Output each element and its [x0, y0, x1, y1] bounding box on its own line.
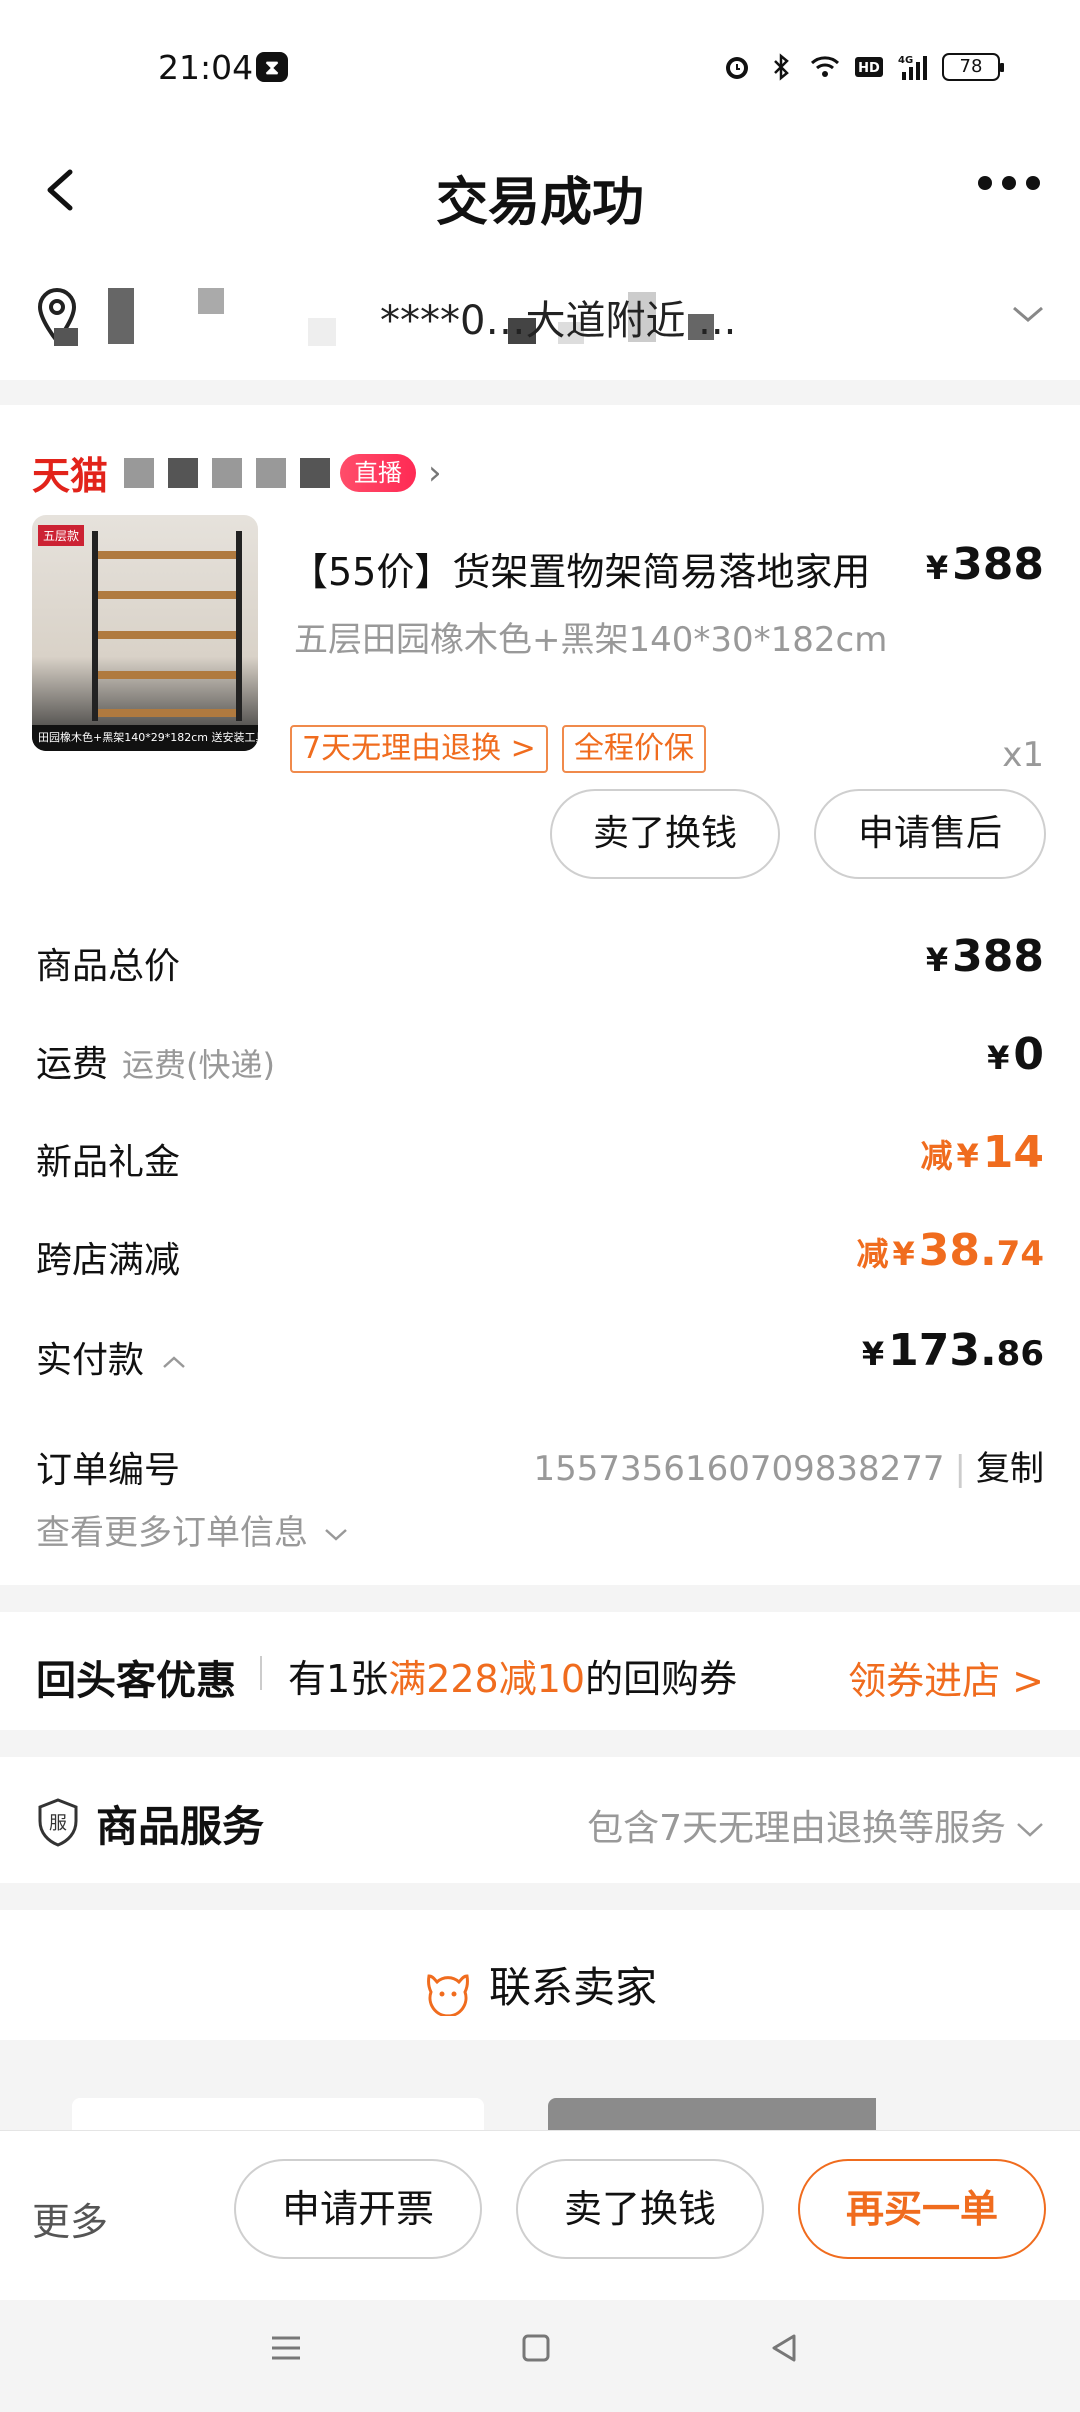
chevron-up-icon: [163, 1356, 185, 1368]
returning-customer-promo: 回头客优惠 有1张满228减10的回购券 领券进店 >: [0, 1612, 1080, 1730]
product-image[interactable]: 五层款 田园橡木色+黑架140*29*182cm 送安装工具: [32, 515, 258, 751]
summary-row-shipping: 运费 运费(快递) ¥0: [36, 1029, 1044, 1085]
recommendation-strip: [0, 2070, 1080, 2138]
cross-store-discount-value: 减 ¥38.74: [856, 1225, 1044, 1276]
gift-discount-value: 减 ¥14: [920, 1127, 1044, 1178]
seller-chat-icon: [427, 1973, 469, 2016]
product-price: ¥388: [925, 539, 1044, 590]
more-button[interactable]: 更多: [32, 2191, 108, 2246]
shop-header[interactable]: 天猫 直播 ›: [32, 445, 442, 500]
more-order-info[interactable]: 查看更多订单信息: [36, 1505, 1044, 1565]
alarm-icon: [726, 57, 748, 79]
after-sales-button[interactable]: 申请售后: [814, 789, 1046, 879]
address-row[interactable]: ****0…大道附近 ...: [0, 250, 1080, 380]
shipping-value: ¥0: [987, 1029, 1044, 1080]
hd-icon: HD: [855, 57, 883, 77]
product-sku: 五层田园橡木色+黑架140*30*182cm: [294, 620, 888, 660]
claim-coupon-link[interactable]: 领券进店 >: [848, 1650, 1044, 1705]
summary-row-total: 商品总价 ¥388: [36, 931, 1044, 987]
order-number: 1557356160709838277 | 复制: [533, 1449, 1044, 1489]
system-nav-bar: [0, 2300, 1080, 2412]
summary-row-gift: 新品礼金 减 ¥14: [36, 1127, 1044, 1183]
page-title: 交易成功: [435, 173, 644, 233]
promo-title: 回头客优惠: [36, 1658, 236, 1704]
home-icon[interactable]: [516, 2328, 556, 2368]
chevron-right-icon: ›: [428, 452, 442, 493]
service-title: 商品服务: [96, 1802, 265, 1851]
4g-signal-icon: 4G: [898, 55, 927, 80]
promo-divider: [260, 1656, 262, 1690]
buy-again-button[interactable]: 再买一单: [798, 2159, 1046, 2259]
promo-text: 有1张满228减10的回购券: [288, 1657, 738, 1701]
product-service-row[interactable]: 服 商品服务 包含7天无理由退换等服务: [0, 1757, 1080, 1883]
address-text: ****0…大道附近 ...: [380, 298, 737, 344]
svg-text:HD: HD: [858, 61, 880, 76]
more-dots-icon[interactable]: [978, 176, 1040, 190]
product-image-caption: 田园橡木色+黑架140*29*182cm 送安装工具: [32, 725, 258, 751]
app-notification-icon: ⧗: [256, 52, 288, 82]
status-time: 21:04: [158, 48, 254, 87]
tmall-logo: 天猫: [32, 454, 109, 498]
location-pin-icon: [37, 287, 78, 346]
contact-seller-row[interactable]: 联系卖家: [0, 1910, 1080, 2040]
chevron-down-icon: [1013, 306, 1043, 322]
service-detail: 包含7天无理由退换等服务: [587, 1799, 1044, 1851]
shield-icon: 服: [38, 1798, 78, 1847]
product-title[interactable]: 【55价】货架置物架简易落地家用: [290, 541, 870, 596]
product-image-tag: 五层款: [38, 525, 85, 546]
chevron-down-icon: [325, 1528, 347, 1541]
paid-amount-value: ¥173.86: [861, 1325, 1044, 1376]
bottom-action-bar: 更多 申请开票 卖了换钱 再买一单: [0, 2130, 1080, 2300]
contact-seller-label: 联系卖家: [488, 1963, 657, 2012]
svg-text:4G: 4G: [898, 55, 913, 66]
request-invoice-button[interactable]: 申请开票: [234, 2159, 482, 2259]
summary-row-cross-store: 跨店满减 减 ¥38.74: [36, 1225, 1044, 1281]
product-quantity: x1: [1002, 735, 1044, 775]
nav-bar: 交易成功: [0, 130, 1080, 250]
back-icon[interactable]: [764, 2328, 804, 2368]
order-card: 天猫 直播 › 五层款 田园橡木色+黑架140*29*182cm 送安装工具 【…: [0, 405, 1080, 1585]
total-price-value: ¥388: [925, 931, 1044, 982]
shelf-illustration: [92, 531, 242, 721]
svg-text:服: 服: [49, 1813, 67, 1834]
sell-button[interactable]: 卖了换钱: [550, 789, 780, 879]
live-badge: 直播: [340, 453, 417, 492]
status-bar: 21:04 ⧗ HD 4G 78: [0, 0, 1080, 130]
return-policy-tag[interactable]: 7天无理由退换 >: [290, 725, 548, 773]
price-protection-tag: 全程价保: [562, 725, 706, 773]
menu-icon[interactable]: [266, 2328, 306, 2368]
copy-button[interactable]: 复制: [976, 1449, 1044, 1489]
chevron-down-icon: [1017, 1823, 1043, 1837]
sell-for-cash-button[interactable]: 卖了换钱: [516, 2159, 764, 2259]
bluetooth-icon: [774, 53, 789, 81]
shop-name-redaction: [124, 457, 331, 488]
wifi-icon: [810, 56, 840, 77]
summary-row-paid[interactable]: 实付款 ¥173.86: [36, 1325, 1044, 1391]
battery-icon: 78: [942, 53, 1004, 81]
status-icons: HD 4G 78: [722, 52, 1004, 82]
